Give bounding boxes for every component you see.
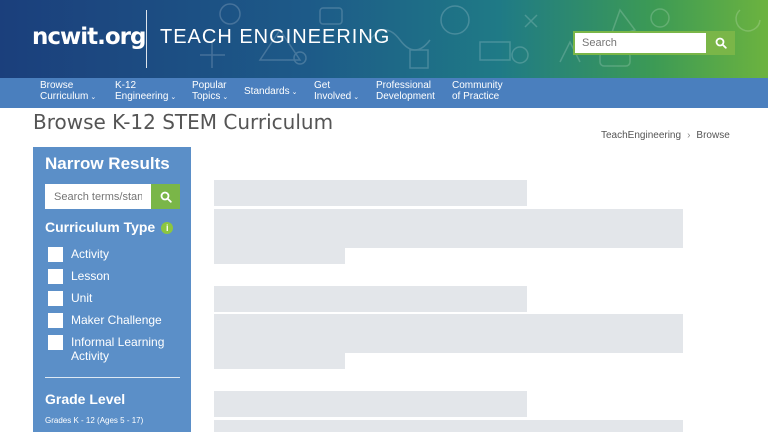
sidebar-search-input[interactable] xyxy=(45,184,151,209)
curriculum-type-heading: Curriculum Type i xyxy=(45,219,174,235)
nav-label-line2: Curriculum xyxy=(40,90,89,102)
chevron-down-icon: ⌄ xyxy=(353,93,360,101)
nav-label-line2: of Practice xyxy=(452,90,500,102)
filter-option-informal-learning-activity[interactable]: Informal Learning Activity xyxy=(48,335,181,363)
skeleton-title-bar xyxy=(214,286,527,312)
filter-option-label: Informal Learning Activity xyxy=(71,335,165,363)
checkbox[interactable] xyxy=(48,291,63,306)
checkbox[interactable] xyxy=(48,269,63,284)
header-search-button[interactable] xyxy=(706,31,735,55)
ncwit-logo[interactable]: ncwit.org xyxy=(32,24,146,50)
header-search xyxy=(573,31,735,55)
search-icon xyxy=(160,191,172,203)
sidebar-heading: Narrow Results xyxy=(45,154,170,173)
nav-label-line2: Development xyxy=(376,90,435,102)
chevron-down-icon: ⌄ xyxy=(291,89,298,96)
main-nav: Browse Curriculum ⌄ K-12 Engineering ⌄ Pop… xyxy=(0,78,768,108)
sidebar-divider xyxy=(45,377,180,378)
page-title: Browse K-12 STEM Curriculum xyxy=(33,110,334,134)
filter-option-label: Activity xyxy=(71,247,110,261)
grade-range-text: Grades K - 12 (Ages 5 - 17) xyxy=(45,416,144,425)
nav-label-line2: Topics xyxy=(192,90,221,102)
breadcrumb: TeachEngineering › Browse xyxy=(601,130,730,141)
skeleton-text-line xyxy=(214,353,345,369)
filter-option-activity[interactable]: Activity xyxy=(48,247,109,262)
skeleton-text-block xyxy=(214,209,683,248)
filter-option-maker-challenge[interactable]: Maker Challenge xyxy=(48,313,162,328)
breadcrumb-separator-icon: › xyxy=(687,130,691,141)
nav-professional-development[interactable]: Professional Development xyxy=(376,80,435,102)
search-icon xyxy=(715,37,727,49)
filter-option-unit[interactable]: Unit xyxy=(48,291,92,306)
filter-option-label: Lesson xyxy=(71,269,110,283)
nav-label-line2: Engineering xyxy=(115,90,169,102)
skeleton-text-line xyxy=(214,248,345,264)
checkbox[interactable] xyxy=(48,313,63,328)
checkbox[interactable] xyxy=(48,247,63,262)
nav-label-line2: Involved xyxy=(314,90,352,102)
skeleton-title-bar xyxy=(214,180,527,206)
nav-browse-curriculum[interactable]: Browse Curriculum ⌄ xyxy=(40,80,97,103)
sidebar-search-button[interactable] xyxy=(151,184,180,209)
chevron-down-icon: ⌄ xyxy=(90,93,97,101)
breadcrumb-current: Browse xyxy=(696,130,730,141)
chevron-down-icon: ⌄ xyxy=(170,93,177,101)
filter-option-label: Maker Challenge xyxy=(71,313,162,327)
nav-standards[interactable]: Standards ⌄ xyxy=(244,86,298,99)
checkbox[interactable] xyxy=(48,335,63,350)
header-search-input[interactable] xyxy=(573,31,706,55)
chevron-down-icon: ⌄ xyxy=(222,93,229,101)
filter-sidebar: Narrow Results Curriculum Type i Activity… xyxy=(33,147,191,432)
sidebar-search xyxy=(45,184,180,209)
skeleton-title-bar xyxy=(214,391,527,417)
logo-divider xyxy=(146,10,147,68)
grade-level-heading: Grade Level xyxy=(45,391,126,407)
site-title[interactable]: TEACH ENGINEERING xyxy=(160,26,390,49)
filter-option-label: Unit xyxy=(71,291,93,305)
nav-k12-engineering[interactable]: K-12 Engineering ⌄ xyxy=(115,80,177,103)
skeleton-text-block xyxy=(214,420,683,432)
nav-get-involved[interactable]: Get Involved ⌄ xyxy=(314,80,360,103)
nav-label-line1: Community xyxy=(452,80,503,91)
nav-popular-topics[interactable]: Popular Topics ⌄ xyxy=(192,80,229,103)
breadcrumb-link-home[interactable]: TeachEngineering xyxy=(601,130,681,141)
site-banner: ncwit.org TEACH ENGINEERING xyxy=(0,0,768,78)
filter-option-lesson[interactable]: Lesson xyxy=(48,269,110,284)
nav-community-of-practice[interactable]: Community of Practice xyxy=(452,80,503,102)
nav-label-line1: Professional xyxy=(376,80,432,91)
skeleton-text-block xyxy=(214,314,683,353)
nav-label-line1: Standards xyxy=(244,86,290,97)
info-icon[interactable]: i xyxy=(161,222,174,234)
curriculum-type-label: Curriculum Type xyxy=(45,219,156,235)
